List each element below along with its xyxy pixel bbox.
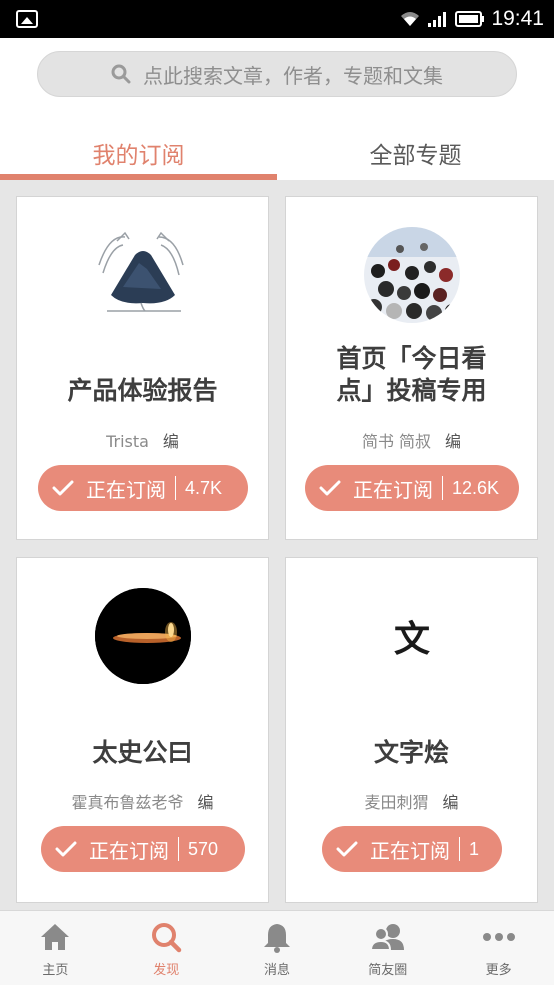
card-author: 霍真布鲁兹老爷 (71, 793, 184, 812)
search-input[interactable]: 点此搜索文章，作者，专题和文集 (37, 51, 517, 97)
home-icon (41, 924, 70, 950)
tab-all-collections[interactable]: 全部专题 (277, 126, 554, 180)
collection-card[interactable]: 首页「今日看 点」投稿专用 简书 简叔编 正在订阅 12.6K (285, 196, 538, 540)
subscribed-label: 正在订阅 (89, 838, 169, 863)
app-screen: 19:41 点此搜索文章，作者，专题和文集 我的订阅 全部专题 产品体验报告 T… (0, 0, 554, 985)
subscribed-button[interactable]: 正在订阅 570 (41, 826, 245, 872)
subscribed-label: 正在订阅 (353, 477, 433, 502)
subscriber-count: 12.6K (452, 477, 500, 498)
card-editor-label: 编 (197, 793, 214, 812)
card-author-line: 霍真布鲁兹老爷编 (17, 789, 268, 813)
nav-messages-label: 消息 (263, 963, 290, 978)
subscribed-button[interactable]: 正在订阅 4.7K (38, 465, 248, 511)
collection-card[interactable]: 文 文字烩 麦田刺猬编 正在订阅 1 (285, 557, 538, 903)
subscribed-button[interactable]: 正在订阅 12.6K (305, 465, 519, 511)
check-icon (336, 841, 358, 857)
card-author-line: 麦田刺猬编 (286, 789, 537, 813)
check-icon (55, 841, 77, 857)
crowd-photo (364, 227, 460, 323)
more-icon (482, 933, 515, 941)
button-divider (442, 476, 443, 500)
card-editor-label: 编 (442, 793, 459, 812)
status-bar: 19:41 (0, 0, 554, 38)
card-author: 麦田刺猬 (364, 793, 429, 812)
header: 点此搜索文章，作者，专题和文集 我的订阅 全部专题 (0, 38, 554, 180)
subscriber-count: 570 (188, 838, 219, 859)
avatar: 文 (364, 588, 460, 684)
image-notification-icon (16, 10, 38, 28)
card-author: Trista (106, 432, 149, 451)
bell-icon (263, 924, 290, 953)
nav-home[interactable]: 主页 (0, 911, 111, 985)
wifi-icon (401, 12, 420, 26)
card-author: 简书 简叔 (361, 432, 432, 451)
card-title-line2: 点」投稿专用 (336, 376, 487, 405)
card-title: 文字烩 (373, 738, 449, 767)
battery-icon (455, 11, 485, 27)
status-icons: 19:41 (399, 6, 544, 32)
check-icon (319, 480, 341, 496)
card-title: 首页「今日看 (336, 344, 487, 373)
nav-friends[interactable]: 简友圈 (332, 911, 443, 985)
button-divider (459, 837, 460, 861)
tab-bar: 我的订阅 全部专题 (0, 126, 554, 180)
card-author-line: Trista 编 (17, 428, 268, 452)
pencil-sketch-icon (98, 231, 184, 312)
nav-home-label: 主页 (42, 963, 69, 978)
button-divider (175, 476, 176, 500)
card-author-line: 简书 简叔编 (286, 428, 537, 452)
card-editor-label: 编 (162, 432, 179, 451)
card-editor-label: 编 (445, 432, 462, 451)
collection-card[interactable]: 产品体验报告 Trista 编 正在订阅 4.7K (16, 196, 269, 540)
wen-character: 文 (393, 618, 430, 660)
button-divider (178, 837, 179, 861)
nav-more-label: 更多 (485, 963, 512, 978)
card-title: 太史公曰 (92, 738, 193, 767)
avatar (364, 227, 460, 323)
search-icon (111, 64, 131, 84)
subscribed-button[interactable]: 正在订阅 1 (322, 826, 502, 872)
search-icon (152, 923, 182, 953)
nav-discover[interactable]: 发现 (111, 911, 222, 985)
card-title: 产品体验报告 (67, 376, 218, 405)
tab-my-subscriptions[interactable]: 我的订阅 (0, 126, 277, 180)
avatar (95, 225, 191, 321)
collection-card[interactable]: 太史公曰 霍真布鲁兹老爷编 正在订阅 570 (16, 557, 269, 903)
nav-messages[interactable]: 消息 (222, 911, 333, 985)
nav-discover-label: 发现 (153, 963, 180, 978)
avatar (95, 588, 191, 684)
signal-icon (428, 12, 447, 27)
friends-icon (370, 924, 404, 951)
candle-photo (95, 588, 191, 684)
subscriber-count: 1 (469, 838, 480, 859)
subscriber-count: 4.7K (185, 477, 223, 498)
subscribed-label: 正在订阅 (86, 477, 166, 502)
search-placeholder: 点此搜索文章，作者，专题和文集 (143, 63, 443, 88)
bottom-nav: 主页 发现 消息 简友圈 更多 (0, 910, 554, 985)
clock: 19:41 (491, 7, 544, 30)
nav-friends-label: 简友圈 (368, 963, 408, 978)
nav-more[interactable]: 更多 (443, 911, 554, 985)
check-icon (52, 480, 74, 496)
subscribed-label: 正在订阅 (370, 838, 450, 863)
